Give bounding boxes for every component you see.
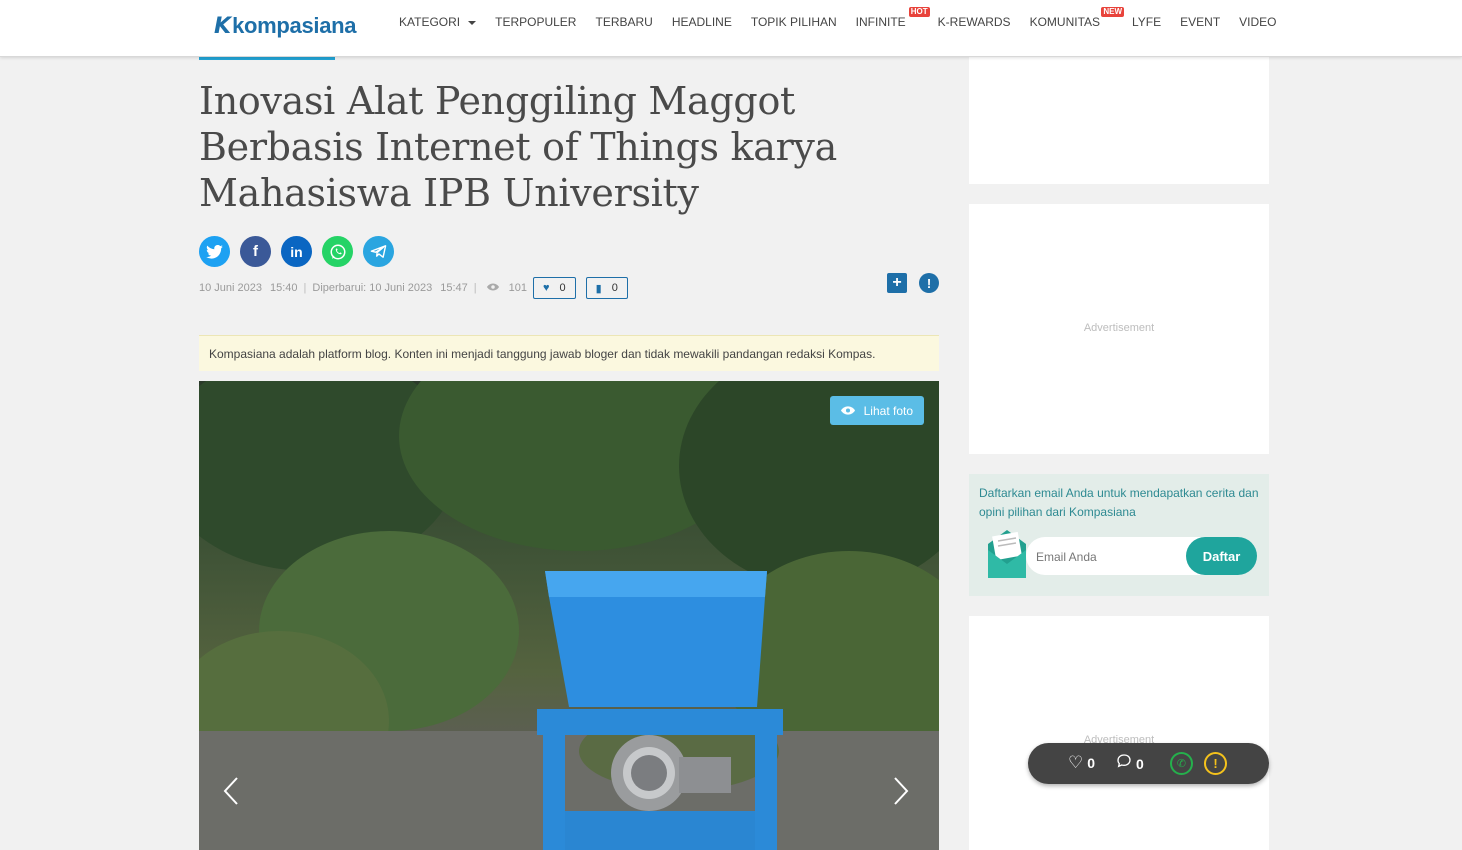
bookmark-icon[interactable]: + bbox=[887, 273, 907, 293]
floating-comment-button[interactable]: 0 bbox=[1116, 753, 1144, 774]
published-time: 15:40 bbox=[270, 282, 298, 294]
chevron-down-icon bbox=[468, 20, 477, 25]
nav-event[interactable]: EVENT bbox=[1180, 15, 1220, 29]
updated-date: Diperbarui: 10 Juni 2023 bbox=[312, 282, 433, 294]
floating-comment-count: 0 bbox=[1136, 755, 1144, 772]
whatsapp-icon[interactable]: ✆ bbox=[1170, 752, 1193, 775]
article-photo[interactable]: Lihat foto bbox=[199, 381, 939, 850]
hot-badge: HOT bbox=[908, 7, 930, 17]
logo-mark: K bbox=[214, 13, 231, 39]
share-buttons: f in bbox=[199, 236, 404, 267]
disclaimer-notice: Kompasiana adalah platform blog. Konten … bbox=[199, 335, 939, 371]
eye-icon bbox=[840, 404, 855, 418]
nav-k-rewards[interactable]: K-REWARDS bbox=[938, 15, 1011, 29]
nav-kategori[interactable]: KATEGORI bbox=[399, 15, 477, 29]
newsletter-text: Daftarkan email Anda untuk mendapatkan c… bbox=[979, 486, 1259, 519]
comment-icon bbox=[1116, 753, 1132, 774]
floating-action-bar: ♡ 0 0 ✆ ! bbox=[1028, 743, 1269, 784]
eye-icon bbox=[486, 282, 499, 294]
view-count: 101 bbox=[508, 282, 527, 294]
sidebar-ad-slot-top bbox=[969, 56, 1269, 184]
heart-icon: ♥ bbox=[543, 282, 550, 294]
whatsapp-icon[interactable] bbox=[322, 236, 353, 267]
newsletter-box: Daftarkan email Anda untuk mendapatkan c… bbox=[969, 474, 1269, 596]
report-icon[interactable]: ! bbox=[919, 273, 939, 293]
published-date: 10 Juni 2023 bbox=[199, 282, 262, 294]
sidebar-ad-slot-bottom: Advertisement bbox=[969, 616, 1269, 850]
article-meta: 10 Juni 2023 15:40 | Diperbarui: 10 Juni… bbox=[199, 277, 628, 299]
logo-text: kompasiana bbox=[232, 13, 357, 38]
nav-terpopuler[interactable]: TERPOPULER bbox=[495, 15, 576, 29]
subscribe-button[interactable]: Daftar bbox=[1186, 537, 1257, 575]
heart-icon: ♡ bbox=[1068, 753, 1084, 772]
new-badge: NEW bbox=[1101, 7, 1125, 17]
nav-video[interactable]: VIDEO bbox=[1239, 15, 1276, 29]
email-input[interactable] bbox=[1026, 537, 1188, 577]
previous-photo-arrow[interactable] bbox=[223, 776, 245, 808]
meta-separator: | bbox=[473, 282, 477, 294]
sidebar-ad-slot: Advertisement bbox=[969, 204, 1269, 454]
advertisement-label: Advertisement bbox=[1083, 322, 1155, 334]
linkedin-icon[interactable]: in bbox=[281, 236, 312, 267]
report-icon[interactable]: ! bbox=[1204, 752, 1227, 775]
comment-count: 0 bbox=[611, 282, 618, 294]
comment-icon: ▮ bbox=[595, 282, 602, 295]
comment-button[interactable]: ▮ 0 bbox=[585, 277, 628, 299]
main-nav: KATEGORI TERPOPULER TERBARU HEADLINE TOP… bbox=[399, 0, 1296, 44]
updated-time: 15:47 bbox=[440, 282, 468, 294]
facebook-icon[interactable]: f bbox=[240, 236, 271, 267]
view-photo-label: Lihat foto bbox=[863, 403, 913, 418]
meta-separator: | bbox=[303, 282, 307, 294]
kompasiana-logo[interactable]: K kompasiana bbox=[214, 12, 357, 40]
envelope-icon bbox=[988, 530, 1026, 578]
nav-komunitas[interactable]: KOMUNITAS NEW bbox=[1029, 7, 1125, 29]
email-form: Daftar bbox=[1026, 537, 1257, 577]
like-button[interactable]: ♥ 0 bbox=[533, 277, 576, 299]
nav-lyfe[interactable]: LYFE bbox=[1132, 15, 1161, 29]
nav-terbaru[interactable]: TERBARU bbox=[595, 15, 652, 29]
like-count: 0 bbox=[559, 282, 566, 294]
nav-infinite[interactable]: INFINITE HOT bbox=[855, 7, 930, 29]
telegram-icon[interactable] bbox=[363, 236, 394, 267]
twitter-icon[interactable] bbox=[199, 236, 230, 267]
top-navbar: K kompasiana KATEGORI TERPOPULER TERBARU… bbox=[0, 0, 1462, 57]
nav-kategori-label: KATEGORI bbox=[399, 15, 461, 29]
nav-topik-pilihan[interactable]: TOPIK PILIHAN bbox=[751, 15, 837, 29]
next-photo-arrow[interactable] bbox=[893, 776, 915, 808]
floating-like-button[interactable]: ♡ 0 bbox=[1068, 753, 1095, 773]
nav-headline[interactable]: HEADLINE bbox=[672, 15, 732, 29]
article-title: Inovasi Alat Penggiling Maggot Berbasis … bbox=[199, 79, 837, 215]
view-photo-button[interactable]: Lihat foto bbox=[829, 396, 924, 425]
nav-infinite-label: INFINITE bbox=[855, 15, 906, 29]
floating-like-count: 0 bbox=[1087, 755, 1096, 771]
nav-komunitas-label: KOMUNITAS bbox=[1029, 15, 1101, 29]
maggot-grinder-machine bbox=[537, 571, 783, 850]
